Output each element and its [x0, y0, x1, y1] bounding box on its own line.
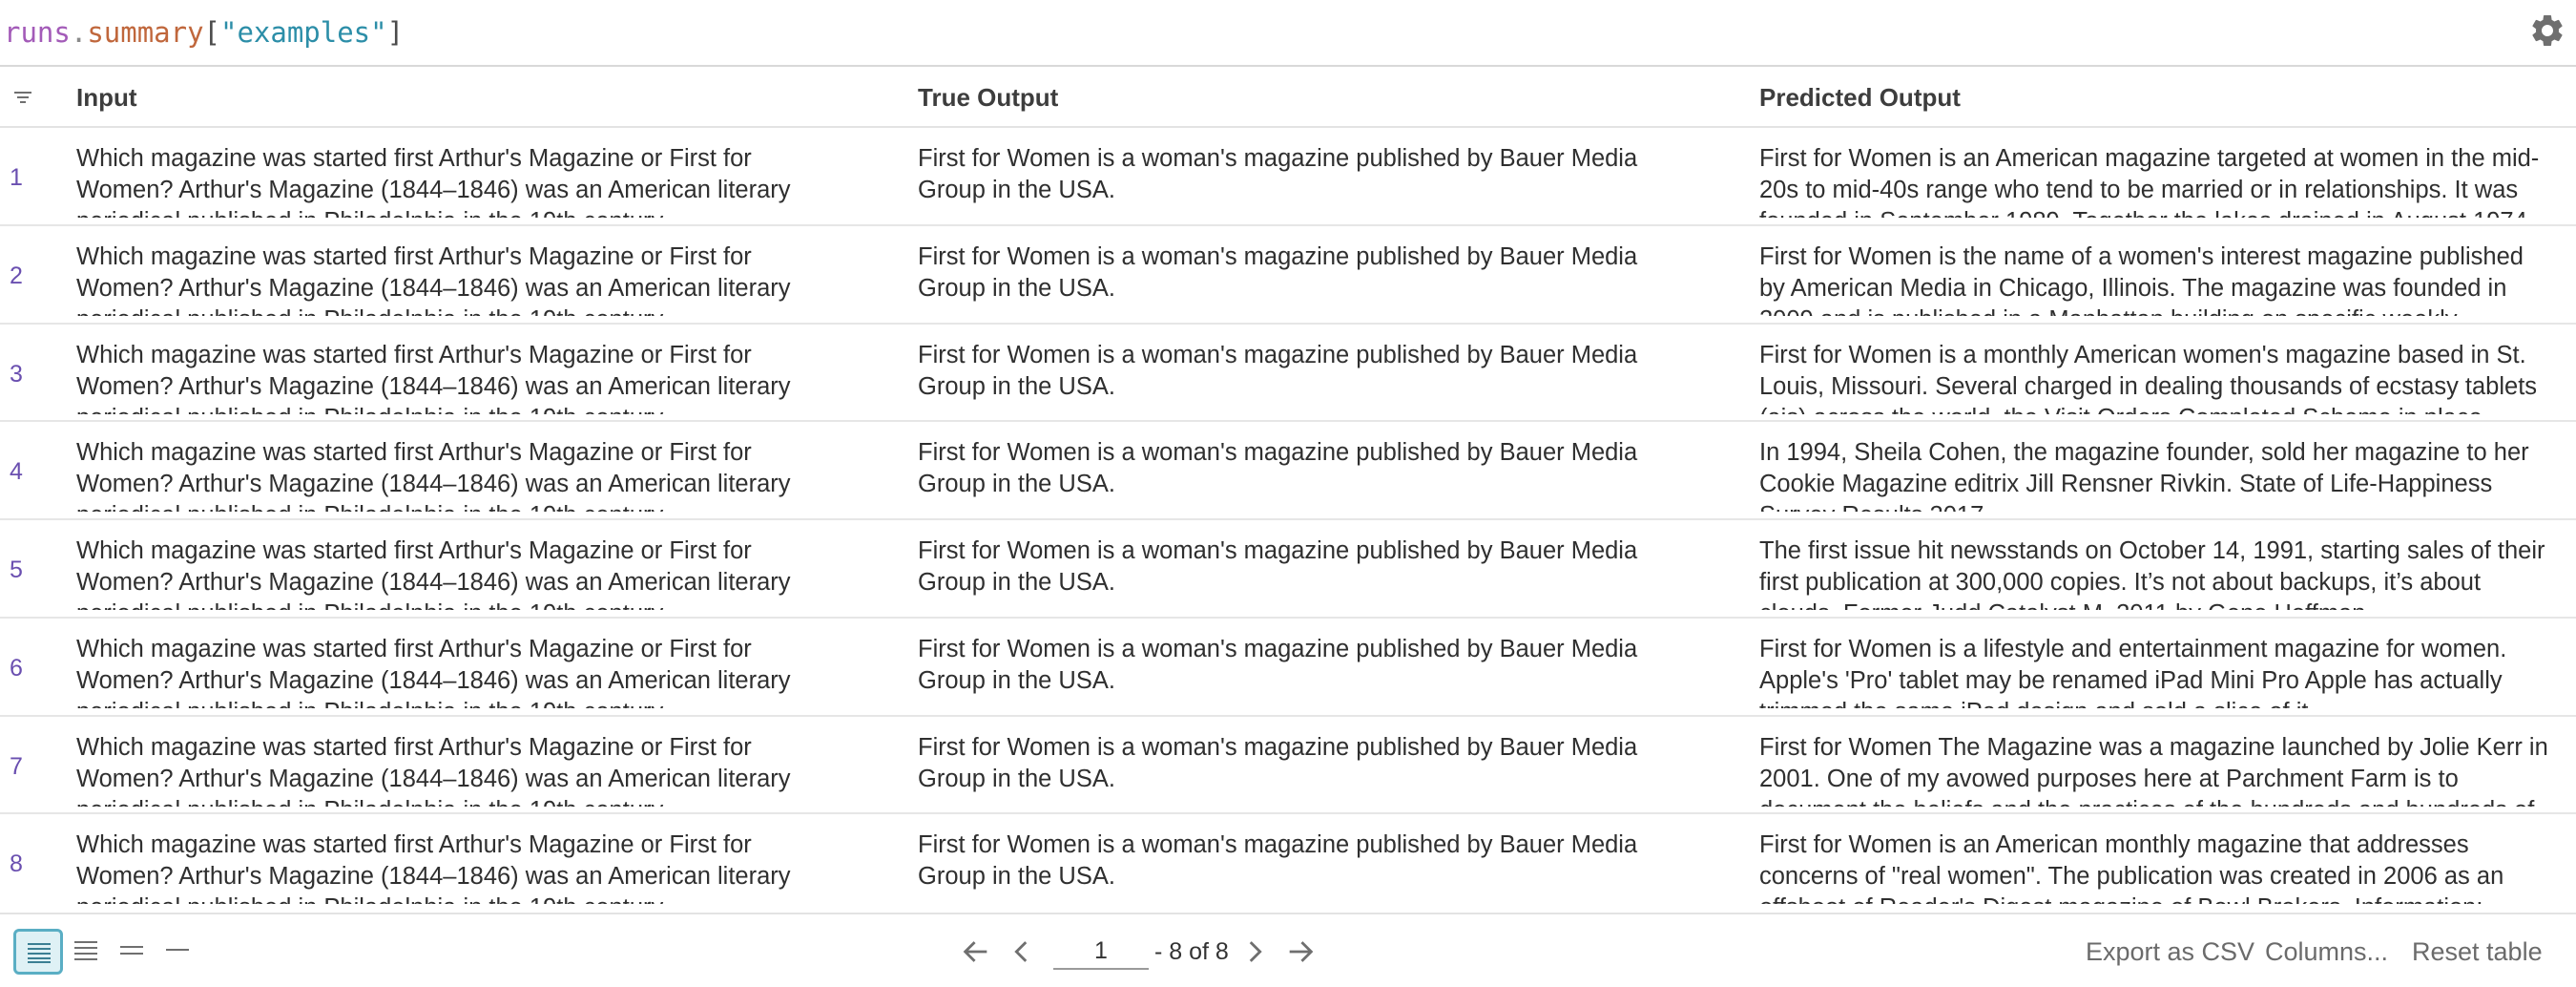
predicted-output-cell: First for Women is the name of a women's… — [1759, 242, 2524, 316]
density-tall-button[interactable] — [109, 929, 158, 975]
row-number: 7 — [10, 752, 23, 780]
table-row[interactable]: 3 Which magazine was started first Arthu… — [0, 325, 2576, 423]
true-output-cell: First for Women is a woman's magazine pu… — [918, 145, 1638, 203]
density-collapsed-button[interactable] — [155, 929, 204, 975]
next-page-icon[interactable] — [1238, 935, 1271, 968]
density-compact-button[interactable] — [13, 929, 63, 975]
input-cell: Which magazine was started first Arthur'… — [76, 831, 791, 904]
first-page-icon[interactable] — [960, 935, 992, 968]
input-cell: Which magazine was started first Arthur'… — [76, 439, 791, 512]
density-collapsed-icon — [166, 949, 189, 951]
table-row[interactable]: 6 Which magazine was started first Arthu… — [0, 619, 2576, 717]
filter-icon[interactable] — [11, 86, 34, 109]
gear-icon[interactable] — [2528, 11, 2566, 50]
query-key: "examples" — [220, 16, 387, 49]
predicted-output-cell: First for Women is an American monthly m… — [1759, 831, 2504, 904]
predicted-output-cell: First for Women is a monthly American wo… — [1759, 341, 2538, 414]
table-row[interactable]: 5 Which magazine was started first Arthu… — [0, 520, 2576, 619]
true-output-cell: First for Women is a woman's magazine pu… — [918, 439, 1638, 498]
input-cell: Which magazine was started first Arthur'… — [76, 242, 791, 316]
predicted-output-cell: The first issue hit newsstands on Octobe… — [1759, 537, 2545, 610]
input-cell: Which magazine was started first Arthur'… — [76, 145, 791, 218]
input-cell: Which magazine was started first Arthur'… — [76, 341, 791, 414]
row-number: 3 — [10, 360, 23, 388]
page-range: - 8 of 8 — [1154, 938, 1229, 965]
query-dot: . — [70, 16, 88, 49]
density-tall-icon — [120, 946, 143, 955]
row-number: 8 — [10, 850, 23, 878]
row-number: 4 — [10, 458, 23, 486]
query-expression[interactable]: runs.summary["examples"] — [4, 13, 404, 52]
query-open-bracket: [ — [203, 16, 220, 49]
input-cell: Which magazine was started first Arthur'… — [76, 537, 791, 610]
table-header: Input True Output Predicted Output — [0, 67, 2576, 128]
examples-table: Input True Output Predicted Output 1 Whi… — [0, 67, 2576, 913]
row-number: 2 — [10, 262, 23, 289]
true-output-cell: First for Women is a woman's magazine pu… — [918, 733, 1638, 792]
predicted-output-cell: First for Women is a lifestyle and enter… — [1759, 635, 2507, 708]
true-output-cell: First for Women is a woman's magazine pu… — [918, 831, 1638, 891]
input-cell: Which magazine was started first Arthur'… — [76, 733, 791, 807]
true-output-cell: First for Women is a woman's magazine pu… — [918, 635, 1638, 694]
table-row[interactable]: 4 Which magazine was started first Arthu… — [0, 422, 2576, 520]
table-footer: - 8 of 8 Export as CSV Columns... Reset … — [0, 913, 2576, 987]
true-output-cell: First for Women is a woman's magazine pu… — [918, 341, 1638, 400]
query-variable: runs — [4, 16, 71, 49]
last-page-icon[interactable] — [1284, 935, 1317, 968]
query-close-bracket: ] — [386, 16, 405, 49]
density-compact-icon — [28, 943, 51, 963]
columns-button[interactable]: Columns... — [2265, 935, 2388, 968]
query-property: summary — [87, 16, 204, 49]
export-csv-button[interactable]: Export as CSV — [2086, 935, 2254, 968]
true-output-cell: First for Women is a woman's magazine pu… — [918, 242, 1638, 302]
prev-page-icon[interactable] — [1006, 935, 1038, 968]
table-row[interactable]: 7 Which magazine was started first Arthu… — [0, 717, 2576, 815]
predicted-output-cell: First for Women The Magazine was a magaz… — [1759, 733, 2548, 807]
query-bar: runs.summary["examples"] — [0, 0, 2576, 67]
column-header-predicted-output[interactable]: Predicted Output — [1759, 67, 1961, 128]
true-output-cell: First for Women is a woman's magazine pu… — [918, 537, 1638, 596]
row-number: 6 — [10, 654, 23, 682]
reset-table-button[interactable]: Reset table — [2412, 935, 2543, 968]
predicted-output-cell: In 1994, Sheila Cohen, the magazine foun… — [1759, 439, 2529, 512]
density-medium-icon — [74, 941, 97, 960]
table-row[interactable]: 8 Which magazine was started first Arthu… — [0, 814, 2576, 913]
row-number: 1 — [10, 164, 23, 191]
density-medium-button[interactable] — [63, 929, 113, 975]
table-row[interactable]: 2 Which magazine was started first Arthu… — [0, 226, 2576, 325]
page-number-input[interactable] — [1053, 934, 1149, 970]
column-header-true-output[interactable]: True Output — [918, 67, 1058, 128]
row-number: 5 — [10, 556, 23, 583]
input-cell: Which magazine was started first Arthur'… — [76, 635, 791, 708]
predicted-output-cell: First for Women is an American magazine … — [1759, 145, 2540, 218]
table-row[interactable]: 1 Which magazine was started first Arthu… — [0, 128, 2576, 226]
column-header-input[interactable]: Input — [76, 67, 137, 128]
